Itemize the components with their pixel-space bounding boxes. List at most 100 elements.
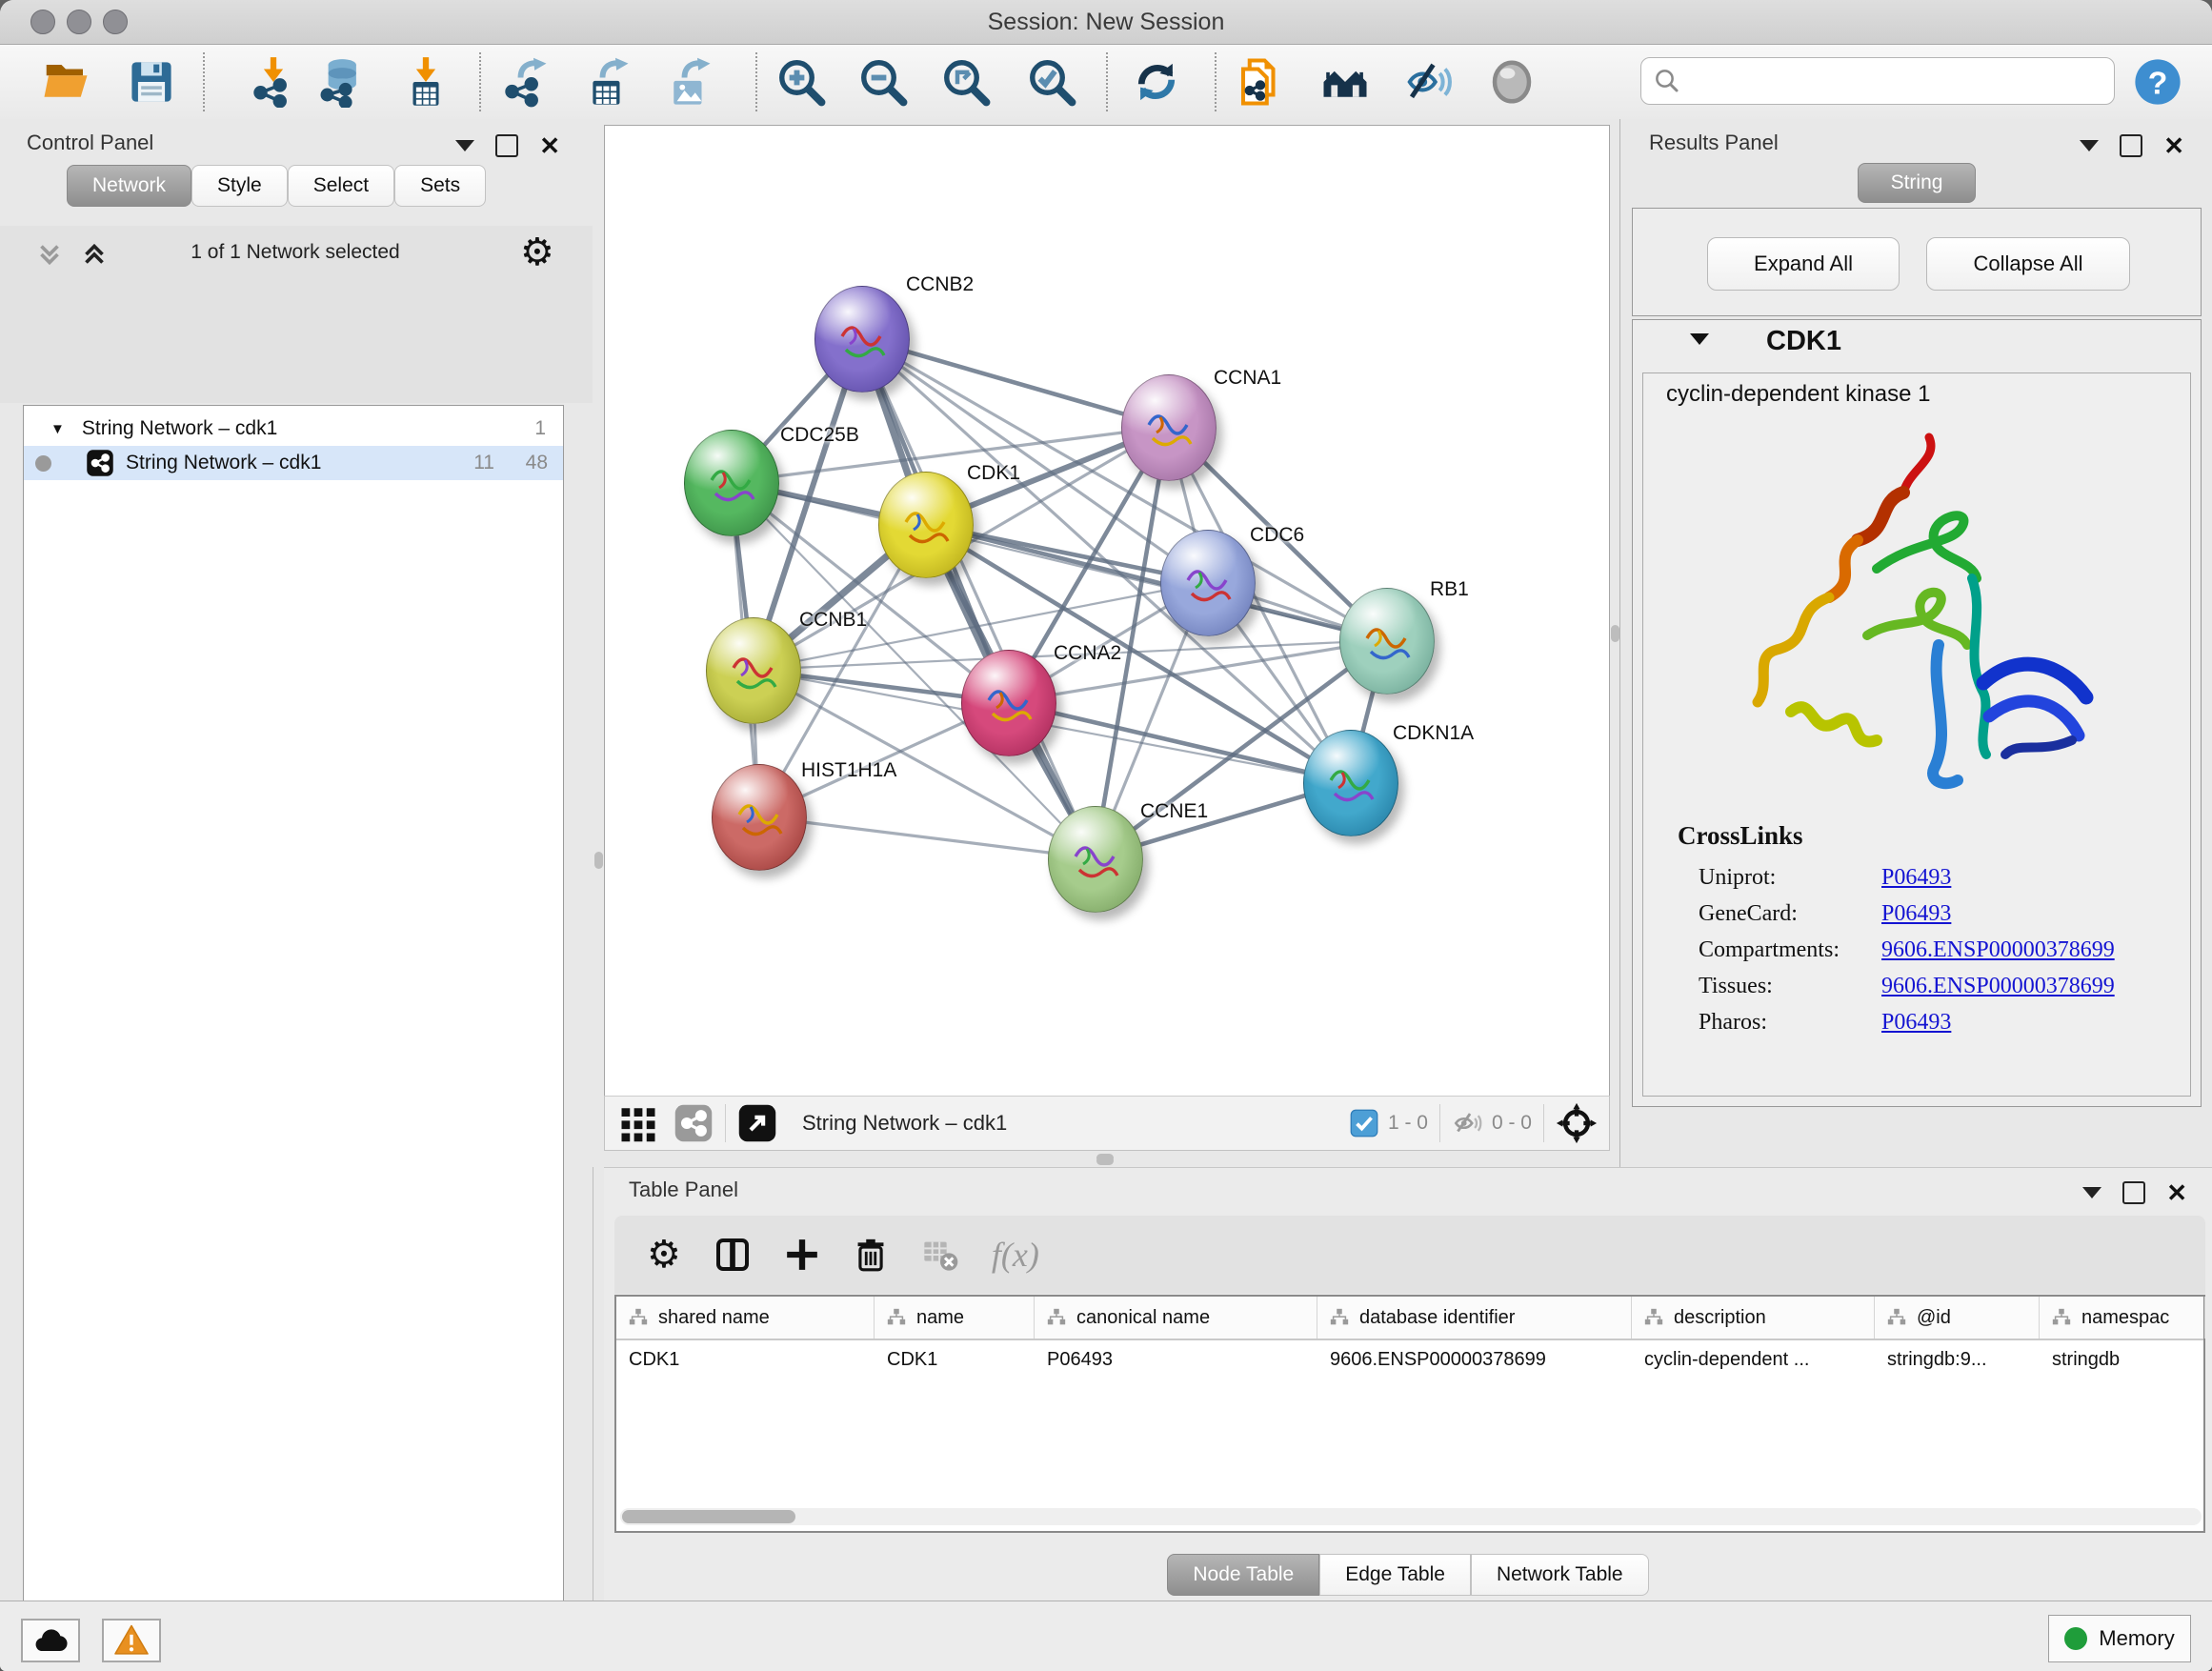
table-cell[interactable]: stringdb <box>2040 1340 2205 1379</box>
zoom-out-icon[interactable] <box>855 54 911 110</box>
string-documents-icon[interactable] <box>1233 54 1288 110</box>
memory-label: Memory <box>2099 1626 2174 1651</box>
zoom-fit-icon[interactable] <box>938 54 994 110</box>
scrollbar-thumb[interactable] <box>622 1510 795 1523</box>
network-node-ccna2[interactable] <box>961 650 1056 756</box>
table-cell[interactable]: cyclin-dependent ... <box>1632 1340 1875 1379</box>
birds-eye-share-icon[interactable] <box>674 1103 714 1143</box>
collapse-all-icon[interactable] <box>33 238 66 275</box>
panel-menu-icon[interactable] <box>2080 140 2099 151</box>
column-header[interactable]: database identifier <box>1317 1297 1632 1339</box>
column-header[interactable]: namespac <box>2040 1297 2205 1339</box>
sphere-effect-icon[interactable] <box>1484 54 1539 110</box>
export-table-icon[interactable] <box>579 54 634 110</box>
tab-node-table[interactable]: Node Table <box>1167 1554 1319 1596</box>
crosslink-link[interactable]: P06493 <box>1881 1010 1951 1036</box>
delete-column-trash-icon[interactable] <box>853 1237 889 1273</box>
network-canvas[interactable]: CCNB2CCNA1CDC25BCDK1CDC6RB1CCNB1CCNA2CDK… <box>604 125 1610 1097</box>
tab-style[interactable]: Style <box>191 165 288 207</box>
warning-button[interactable] <box>102 1619 161 1662</box>
table-cell[interactable]: 9606.ENSP00000378699 <box>1317 1340 1632 1379</box>
network-node-ccna1[interactable] <box>1121 374 1217 481</box>
table-horizontal-scrollbar[interactable] <box>620 1508 2202 1525</box>
grid-view-icon[interactable] <box>618 1103 658 1143</box>
network-options-gear-icon[interactable]: ⚙ <box>520 233 554 272</box>
show-columns-icon[interactable] <box>714 1236 752 1274</box>
import-network-file-icon[interactable] <box>246 54 301 110</box>
zoom-selected-icon[interactable] <box>1024 54 1079 110</box>
entry-caret-icon[interactable] <box>1690 333 1709 345</box>
export-network-icon[interactable] <box>497 54 553 110</box>
table-cell[interactable]: stringdb:9... <box>1875 1340 2040 1379</box>
network-node-ccnb1[interactable] <box>706 617 801 724</box>
panel-float-icon[interactable] <box>2120 134 2142 157</box>
table-cell[interactable]: P06493 <box>1035 1340 1317 1379</box>
zoom-in-icon[interactable] <box>774 54 829 110</box>
search-input[interactable] <box>1640 57 2115 105</box>
table-options-gear-icon[interactable]: ⚙ <box>647 1236 681 1274</box>
tab-network[interactable]: Network <box>67 165 191 207</box>
network-node-rb1[interactable] <box>1339 588 1435 695</box>
crosslink-link[interactable]: 9606.ENSP00000378699 <box>1881 937 2115 963</box>
tab-select[interactable]: Select <box>288 165 394 207</box>
column-header[interactable]: shared name <box>616 1297 875 1339</box>
panel-float-icon[interactable] <box>2122 1181 2145 1204</box>
tab-string[interactable]: String <box>1858 163 1977 203</box>
table-cell[interactable]: CDK1 <box>616 1340 875 1379</box>
panel-close-icon[interactable]: ✕ <box>2166 1183 2187 1202</box>
splitter-handle[interactable] <box>1611 625 1619 642</box>
network-node-cdc25b[interactable] <box>684 430 779 536</box>
cloud-button[interactable] <box>21 1619 80 1662</box>
network-node-hist1h1a[interactable] <box>712 764 807 871</box>
network-node-cdkn1a[interactable] <box>1303 730 1398 836</box>
hide-glass-effect-icon[interactable] <box>1401 54 1457 110</box>
node-table[interactable]: shared namenamecanonical namedatabase id… <box>614 1295 2205 1533</box>
table-row[interactable]: CDK1CDK1P064939606.ENSP00000378699cyclin… <box>616 1340 2203 1379</box>
import-table-icon[interactable] <box>398 54 453 110</box>
expand-all-button[interactable]: Expand All <box>1707 237 1900 291</box>
open-folder-icon[interactable] <box>38 54 93 110</box>
crosslink-link[interactable]: P06493 <box>1881 901 1951 927</box>
column-header[interactable]: @id <box>1875 1297 2040 1339</box>
tree-caret-icon[interactable]: ▼ <box>50 421 65 437</box>
panel-menu-icon[interactable] <box>455 140 474 151</box>
crosslink-link[interactable]: P06493 <box>1881 865 1951 891</box>
panel-float-icon[interactable] <box>495 134 518 157</box>
selected-checkbox-icon[interactable] <box>1350 1109 1378 1137</box>
save-icon[interactable] <box>124 54 179 110</box>
panel-close-icon[interactable]: ✕ <box>2163 136 2184 155</box>
column-header[interactable]: canonical name <box>1035 1297 1317 1339</box>
results-actions-box: Expand All Collapse All <box>1632 208 2202 316</box>
import-network-database-icon[interactable] <box>312 54 368 110</box>
panel-menu-icon[interactable] <box>2082 1187 2101 1198</box>
protein-ribbon-thumbnail <box>1049 807 1142 912</box>
tab-sets[interactable]: Sets <box>394 165 486 207</box>
tab-network-table[interactable]: Network Table <box>1471 1554 1649 1596</box>
detach-view-icon[interactable] <box>737 1103 777 1143</box>
collapse-all-button[interactable]: Collapse All <box>1926 237 2130 291</box>
column-header[interactable]: description <box>1632 1297 1875 1339</box>
splitter-handle[interactable] <box>1096 1157 1114 1165</box>
home-multiple-icon[interactable] <box>1317 54 1373 110</box>
network-node-cdk1[interactable] <box>878 472 974 578</box>
network-collection-row[interactable]: ▼ String Network – cdk1 1 <box>24 412 563 446</box>
network-node-ccnb2[interactable] <box>814 286 910 393</box>
crosslink-link[interactable]: 9606.ENSP00000378699 <box>1881 974 2115 999</box>
results-panel: Results Panel ✕ String Expand All Collap… <box>1619 119 2212 1167</box>
help-icon[interactable]: ? <box>2130 54 2185 110</box>
tab-edge-table[interactable]: Edge Table <box>1319 1554 1471 1596</box>
create-column-plus-icon[interactable] <box>784 1237 820 1273</box>
table-cell[interactable]: CDK1 <box>875 1340 1035 1379</box>
protein-structure-image <box>1734 426 2105 807</box>
panel-close-icon[interactable]: ✕ <box>539 136 560 155</box>
network-row-selected[interactable]: String Network – cdk1 11 48 <box>24 446 563 480</box>
fit-content-crosshair-icon[interactable] <box>1556 1102 1598 1144</box>
network-node-ccne1[interactable] <box>1048 806 1143 913</box>
expand-all-icon[interactable] <box>78 238 111 275</box>
refresh-layout-icon[interactable] <box>1129 54 1184 110</box>
export-image-icon[interactable] <box>661 54 716 110</box>
memory-button[interactable]: Memory <box>2048 1615 2191 1662</box>
splitter-handle[interactable] <box>594 852 603 869</box>
network-node-cdc6[interactable] <box>1160 530 1256 636</box>
column-header[interactable]: name <box>875 1297 1035 1339</box>
